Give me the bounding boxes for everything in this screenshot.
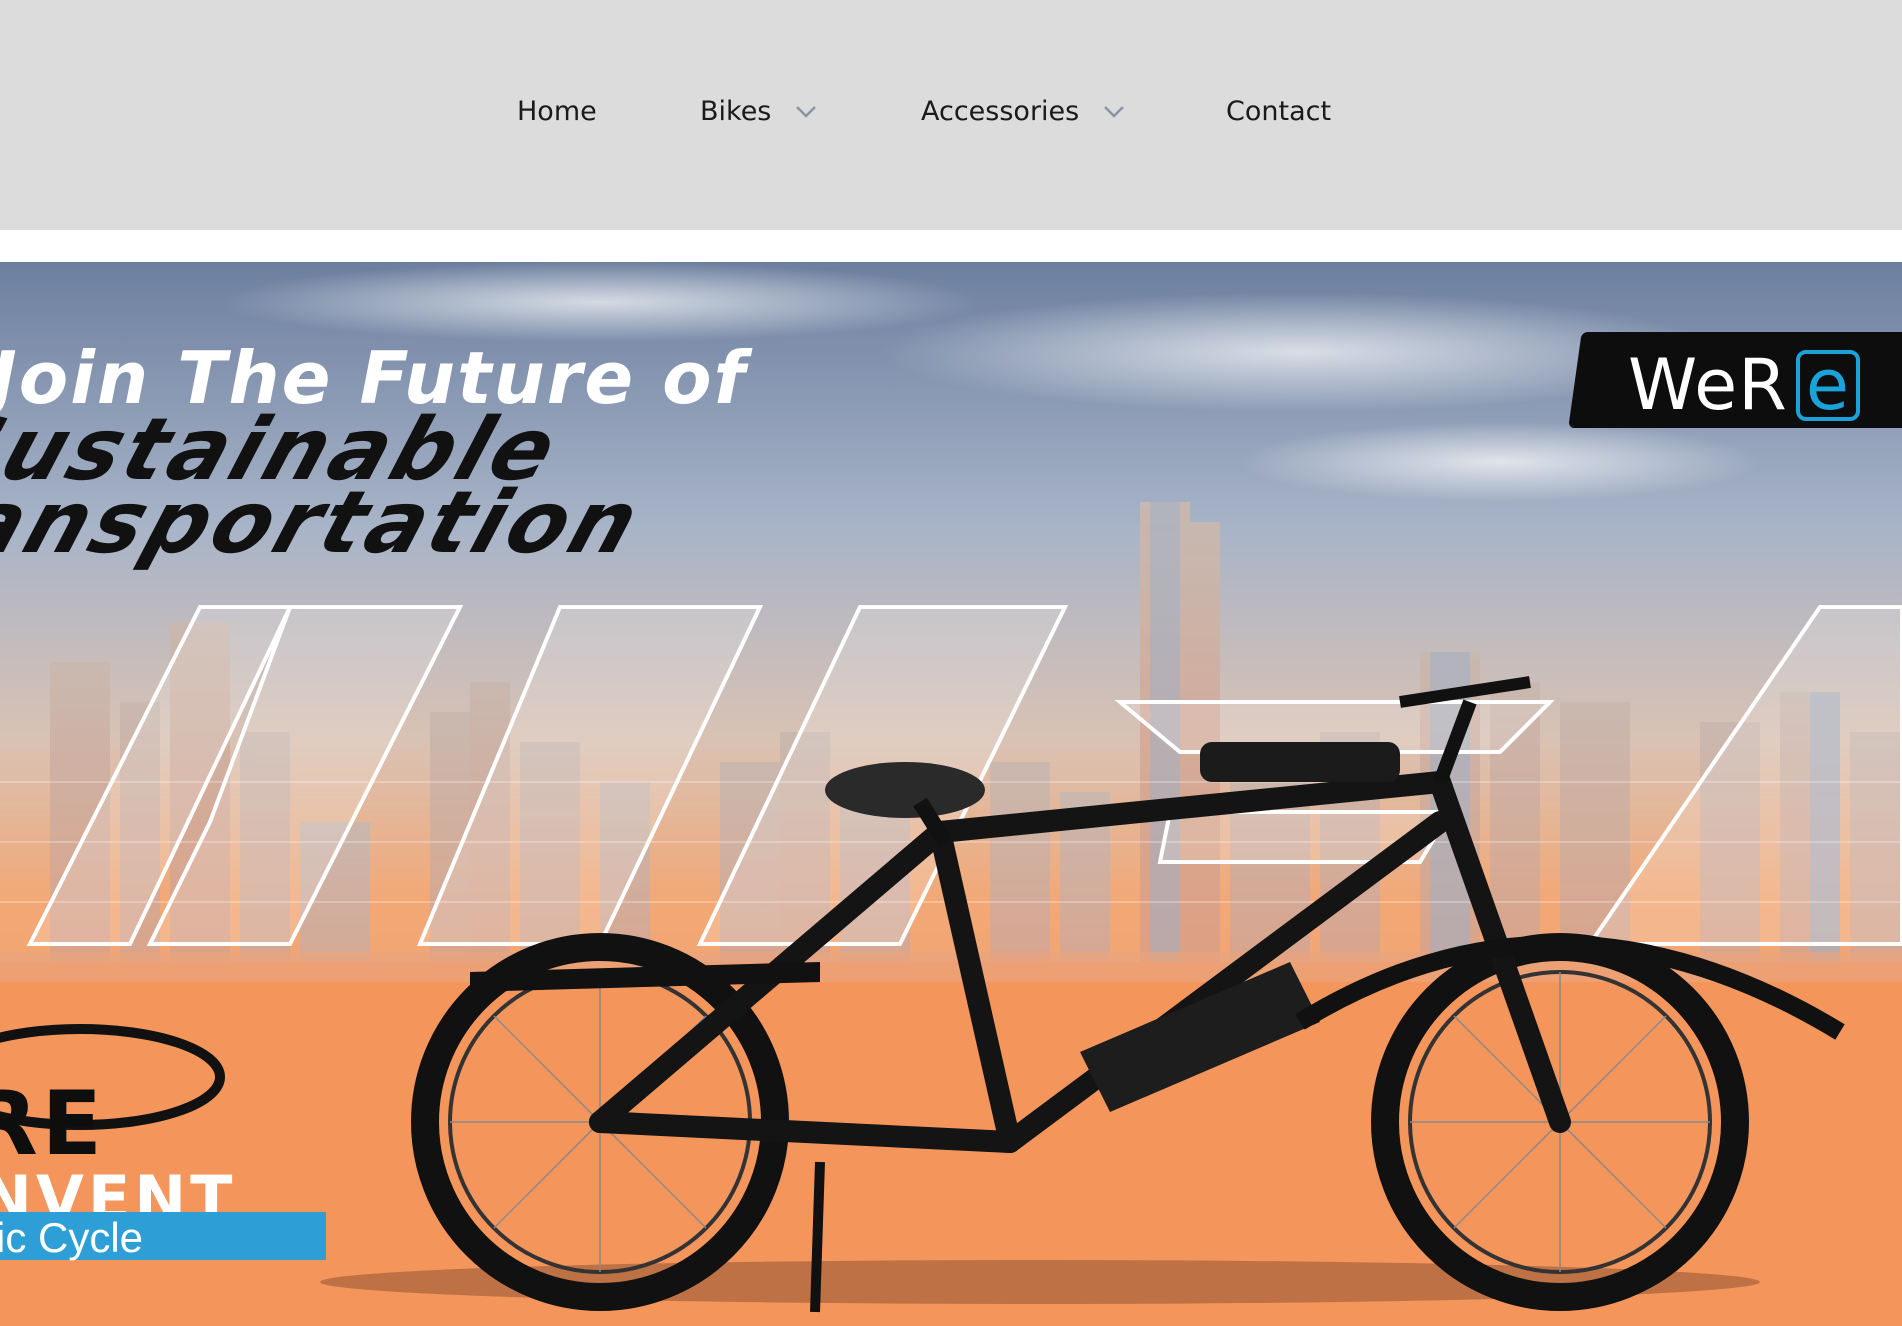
nav-contact-link[interactable]: Contact — [1226, 96, 1331, 127]
nav-accessories-link[interactable]: Accessories — [921, 96, 1125, 127]
logo-accent-letter: e — [1795, 350, 1860, 421]
brand-tagline-bar: ic Cycle — [0, 1212, 326, 1261]
logo-text: WeR — [1628, 344, 1788, 426]
chevron-down-icon — [1104, 105, 1125, 118]
nav-home-label: Home — [517, 96, 597, 127]
chevron-down-icon — [796, 105, 817, 118]
hero-headline-line3: ransportation — [0, 473, 655, 573]
nav-home-link[interactable]: Home — [517, 96, 597, 127]
nav-contact-label: Contact — [1226, 96, 1332, 127]
nav-bikes-label: Bikes — [700, 96, 772, 127]
werev-logo: WeR e — [1628, 344, 1860, 426]
brand-mark: RE — [0, 1072, 106, 1175]
hero-banner[interactable]: Join The Future of Sustainable ransporta… — [0, 262, 1902, 1326]
nav-bikes-link[interactable]: Bikes — [700, 96, 817, 127]
top-navbar: Home Bikes Accessories Contact — [0, 0, 1902, 230]
brand-tagline: ic Cycle — [0, 1214, 144, 1261]
nav-accessories-label: Accessories — [921, 96, 1080, 127]
